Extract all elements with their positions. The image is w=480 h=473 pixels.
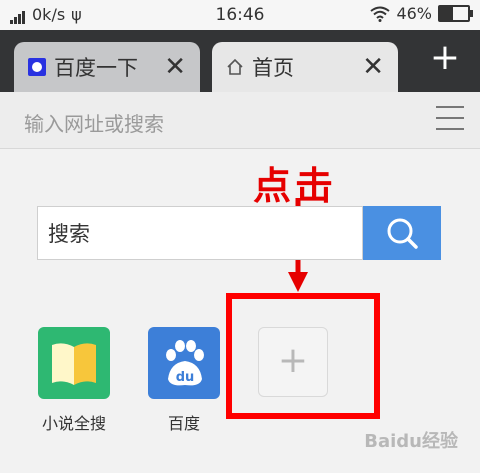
- svg-text:du: du: [176, 370, 195, 385]
- tile-label: 百度: [167, 414, 200, 433]
- wifi-icon: [370, 6, 391, 22]
- search-button[interactable]: [363, 206, 441, 260]
- new-tab-button[interactable]: +: [430, 40, 460, 76]
- home-icon: [227, 58, 243, 75]
- tile-label: 小说全搜: [41, 414, 106, 433]
- baidu-paw-icon: [28, 58, 46, 76]
- status-right: 46%: [370, 4, 473, 23]
- address-bar[interactable]: 输入网址或搜索: [0, 92, 480, 149]
- shortcut-novel-search[interactable]: [38, 327, 110, 399]
- search-input[interactable]: [38, 207, 350, 259]
- battery-percent: 46%: [396, 4, 432, 23]
- watermark: Baidu经验: [364, 431, 458, 452]
- close-icon[interactable]: ✕: [362, 52, 384, 82]
- close-icon[interactable]: ✕: [164, 52, 186, 82]
- annotation-highlight-box: [226, 293, 380, 419]
- baidu-paw-icon: du: [166, 340, 204, 386]
- book-icon: [52, 343, 96, 385]
- tab-label: 首页: [252, 56, 294, 80]
- search-icon: [387, 218, 418, 249]
- tab-label: 百度一下: [54, 56, 138, 80]
- tab-baidu[interactable]: 百度一下 ✕: [14, 42, 200, 92]
- menu-icon[interactable]: [436, 106, 464, 132]
- address-placeholder: 输入网址或搜索: [24, 112, 164, 136]
- tab-home[interactable]: 首页 ✕: [212, 42, 398, 92]
- battery-icon: [438, 5, 473, 22]
- shortcut-baidu[interactable]: du: [148, 327, 220, 399]
- search-box[interactable]: [37, 206, 363, 260]
- tab-strip: 百度一下 ✕ 首页 ✕: [0, 30, 480, 92]
- status-bar: 0k/s ψ 16:46 46%: [0, 0, 480, 30]
